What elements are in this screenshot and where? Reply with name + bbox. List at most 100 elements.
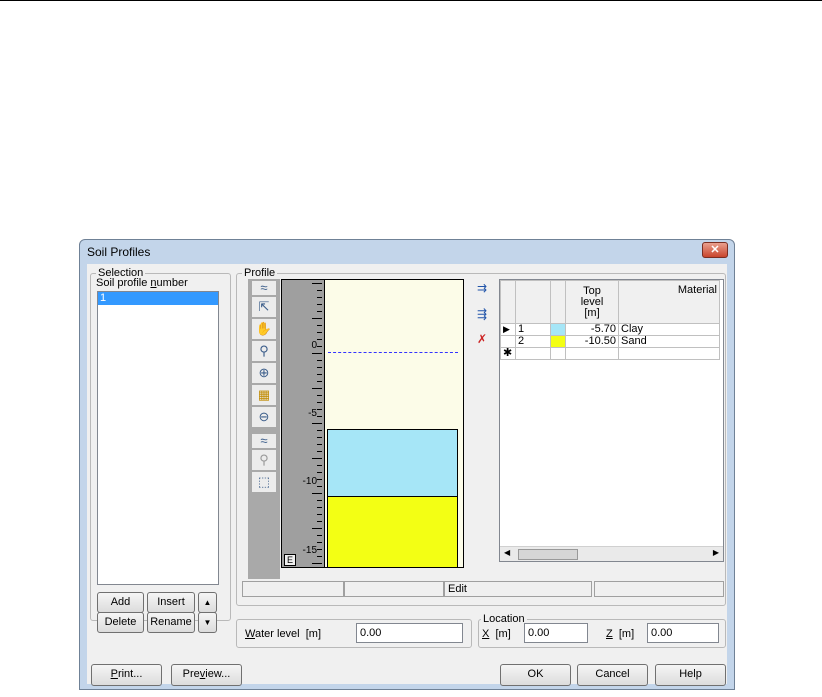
- soil-layer-clay[interactable]: [327, 429, 458, 497]
- close-button[interactable]: ✕: [702, 242, 728, 258]
- layer-number: 2: [515, 335, 551, 348]
- list-item[interactable]: 1: [98, 292, 218, 305]
- new-row-marker: ✱: [500, 347, 516, 360]
- ruler-tick: [317, 395, 322, 396]
- scroll-left-icon[interactable]: ◀: [504, 548, 510, 557]
- scroll-thumb[interactable]: [518, 549, 578, 560]
- fit-icon[interactable]: ⬚: [252, 472, 276, 492]
- ruler-tick: [317, 486, 322, 487]
- new-table-row[interactable]: ✱: [500, 347, 720, 360]
- status-cell: [594, 581, 724, 597]
- material-header: Material: [618, 280, 720, 324]
- move-down-button[interactable]: ▼: [198, 612, 217, 633]
- row-indicator-header: [500, 280, 516, 324]
- help-button[interactable]: Help: [655, 664, 726, 686]
- ruler-tick: [317, 472, 322, 473]
- top-level-header: Top level [m]: [565, 280, 619, 324]
- x-input[interactable]: 0.00: [524, 623, 588, 643]
- ruler-tick: [317, 374, 322, 375]
- ruler-tick: [312, 458, 322, 459]
- title-bar[interactable]: Soil Profiles ✕: [80, 240, 734, 264]
- number-header: [515, 280, 551, 324]
- zoom-rect-icon[interactable]: ▦: [252, 385, 276, 405]
- insert-button[interactable]: Insert: [147, 592, 195, 613]
- dialog-client: Selection Soil profile number 1 Add Inse…: [87, 264, 727, 686]
- ruler-tick: [312, 318, 322, 319]
- hand-icon[interactable]: ✋: [252, 319, 276, 339]
- add-button[interactable]: Add: [97, 592, 144, 613]
- ruler-tick: [317, 430, 322, 431]
- water-level-group: Water level [m] 0.00: [236, 619, 472, 648]
- ruler-tick: [317, 332, 322, 333]
- chevron-up-icon[interactable]: ≈: [252, 281, 276, 295]
- soil-layer-sand[interactable]: [327, 496, 458, 567]
- status-cell: [242, 581, 344, 597]
- top-level-cell[interactable]: -10.50: [565, 335, 619, 348]
- ruler-tick: [317, 549, 322, 550]
- table-row[interactable]: ▶ 1 -5.70 Clay: [500, 323, 720, 336]
- depth-ruler: 0 -5 -10 -15 E: [282, 280, 325, 567]
- soil-profile-list[interactable]: 1: [97, 291, 219, 585]
- layer-color-swatch[interactable]: [550, 323, 566, 336]
- profile-canvas[interactable]: 0 -5 -10 -15 E: [281, 279, 464, 568]
- ruler-tick: [317, 346, 322, 347]
- ruler-tick: [317, 451, 322, 452]
- ruler-tick: [312, 493, 322, 494]
- profile-status-bar: Edit: [242, 581, 725, 599]
- ruler-tick: [317, 542, 322, 543]
- location-group: Location X [m] 0.00 Z [m] 0.00: [478, 613, 726, 648]
- soil-profile-number-label: Soil profile number: [96, 277, 188, 289]
- ruler-tick: [317, 339, 322, 340]
- ruler-tick: [317, 381, 322, 382]
- ruler-tick: [312, 423, 322, 424]
- zoom-out-icon[interactable]: ⊖: [252, 407, 276, 427]
- color-header: [550, 280, 566, 324]
- measure-icon[interactable]: ⚲: [252, 341, 276, 361]
- scroll-right-icon[interactable]: ▶: [713, 548, 719, 557]
- ruler-tick: [317, 521, 322, 522]
- table-row[interactable]: 2 -10.50 Sand: [500, 335, 720, 348]
- ok-button[interactable]: OK: [500, 664, 571, 686]
- soil-profiles-dialog: Soil Profiles ✕ Selection Soil profile n…: [79, 239, 735, 690]
- row-marker: ▶: [500, 323, 516, 336]
- ruler-tick: [317, 479, 322, 480]
- ruler-tick: [317, 416, 322, 417]
- top-level-cell[interactable]: -5.70: [565, 323, 619, 336]
- material-cell[interactable]: Sand: [618, 335, 720, 348]
- pointer-icon[interactable]: ⇱: [252, 297, 276, 317]
- ruler-tick: [312, 353, 322, 354]
- ruler-tick: [317, 402, 322, 403]
- chevron-up-icon[interactable]: ≈: [252, 434, 276, 448]
- ruler-tick: [317, 409, 322, 410]
- layers-table[interactable]: Top level [m] Material ▶ 1 -5.70 Clay 2: [499, 279, 724, 562]
- rename-button[interactable]: Rename: [147, 612, 195, 633]
- z-input[interactable]: 0.00: [647, 623, 719, 643]
- print-button[interactable]: Print...: [91, 664, 162, 686]
- status-cell: [344, 581, 444, 597]
- insert-layer-icon[interactable]: ⇶: [477, 307, 487, 321]
- ruler-tick: [317, 297, 322, 298]
- move-up-button[interactable]: ▲: [198, 592, 217, 613]
- ruler-tick: [312, 283, 322, 284]
- delete-layer-icon[interactable]: ✗: [477, 332, 487, 346]
- zoom-in-icon[interactable]: ⊕: [252, 363, 276, 383]
- preview-button[interactable]: Preview...: [171, 664, 242, 686]
- profile-group-label: Profile: [242, 267, 278, 279]
- z-label: Z [m]: [606, 628, 635, 640]
- material-cell[interactable]: Clay: [618, 323, 720, 336]
- water-level-input[interactable]: 0.00: [356, 623, 463, 643]
- ruler-tick: [317, 367, 322, 368]
- ruler-tick: [317, 325, 322, 326]
- add-layer-icon[interactable]: ⇉: [477, 281, 487, 295]
- delete-button[interactable]: Delete: [97, 612, 144, 633]
- ruler-tick-label: -15: [302, 545, 317, 556]
- cancel-button[interactable]: Cancel: [577, 664, 648, 686]
- top-divider: [0, 0, 822, 1]
- ruler-tick: [317, 465, 322, 466]
- horizontal-scrollbar[interactable]: ◀ ▶: [500, 546, 723, 561]
- layer-color-swatch[interactable]: [550, 335, 566, 348]
- zoom-reset-icon[interactable]: ⚲: [252, 450, 276, 470]
- row-marker: [500, 335, 516, 348]
- ruler-tick: [317, 311, 322, 312]
- ruler-tick: [317, 556, 322, 557]
